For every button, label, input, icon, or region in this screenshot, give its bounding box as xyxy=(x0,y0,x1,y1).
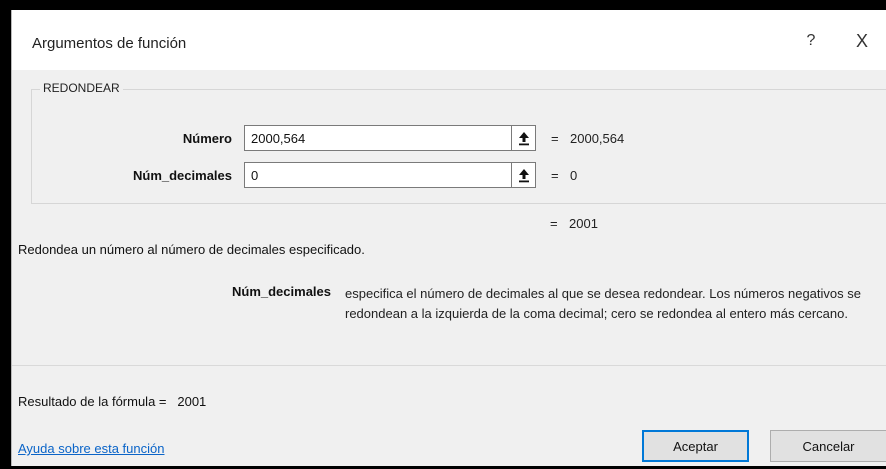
accept-button[interactable]: Aceptar xyxy=(642,430,749,462)
window-frame-left xyxy=(0,0,11,469)
formula-result: Resultado de la fórmula = 2001 xyxy=(18,394,206,409)
arg-equals-sign: = xyxy=(551,131,559,146)
num-decimales-range-picker-button[interactable] xyxy=(512,162,536,188)
function-help-link[interactable]: Ayuda sobre esta función xyxy=(18,441,164,456)
num-decimales-evaluated-value: 0 xyxy=(570,168,578,183)
numero-evaluated-value: 2000,564 xyxy=(570,131,625,146)
collapse-dialog-arrow-icon xyxy=(519,169,529,183)
collapse-dialog-arrow-icon xyxy=(519,132,529,146)
function-arguments-dialog: Argumentos de función ? X REDONDEAR Núme… xyxy=(11,10,886,466)
num-decimales-input[interactable] xyxy=(244,162,512,188)
close-button[interactable]: X xyxy=(848,28,876,54)
function-result-equals: = xyxy=(550,216,558,231)
formula-result-label: Resultado de la fórmula = xyxy=(18,394,167,409)
arg-equals-sign: = xyxy=(551,168,559,183)
arg-label-num-decimales: Núm_decimales xyxy=(133,168,232,183)
dialog-body: REDONDEAR Número = 2000,564 Núm_decimale… xyxy=(12,70,886,466)
function-name: REDONDEAR xyxy=(40,81,123,95)
numero-input[interactable] xyxy=(244,125,512,151)
function-description: Redondea un número al número de decimale… xyxy=(18,242,365,257)
divider xyxy=(12,365,886,366)
param-help-text: especifica el número de decimales al que… xyxy=(345,286,861,321)
formula-result-value: 2001 xyxy=(177,394,207,409)
help-button[interactable]: ? xyxy=(798,28,824,54)
dialog-title: Argumentos de función xyxy=(32,35,187,52)
function-group: REDONDEAR Número = 2000,564 Núm_decimale… xyxy=(31,81,886,204)
dialog-titlebar[interactable]: Argumentos de función ? X xyxy=(12,10,886,70)
arg-label-numero: Número xyxy=(182,131,232,146)
window-frame-top xyxy=(0,0,886,10)
cancel-button[interactable]: Cancelar xyxy=(770,430,886,462)
function-result-value: 2001 xyxy=(569,216,598,231)
param-help-name: Núm_decimales xyxy=(232,284,331,299)
numero-range-picker-button[interactable] xyxy=(512,125,536,151)
